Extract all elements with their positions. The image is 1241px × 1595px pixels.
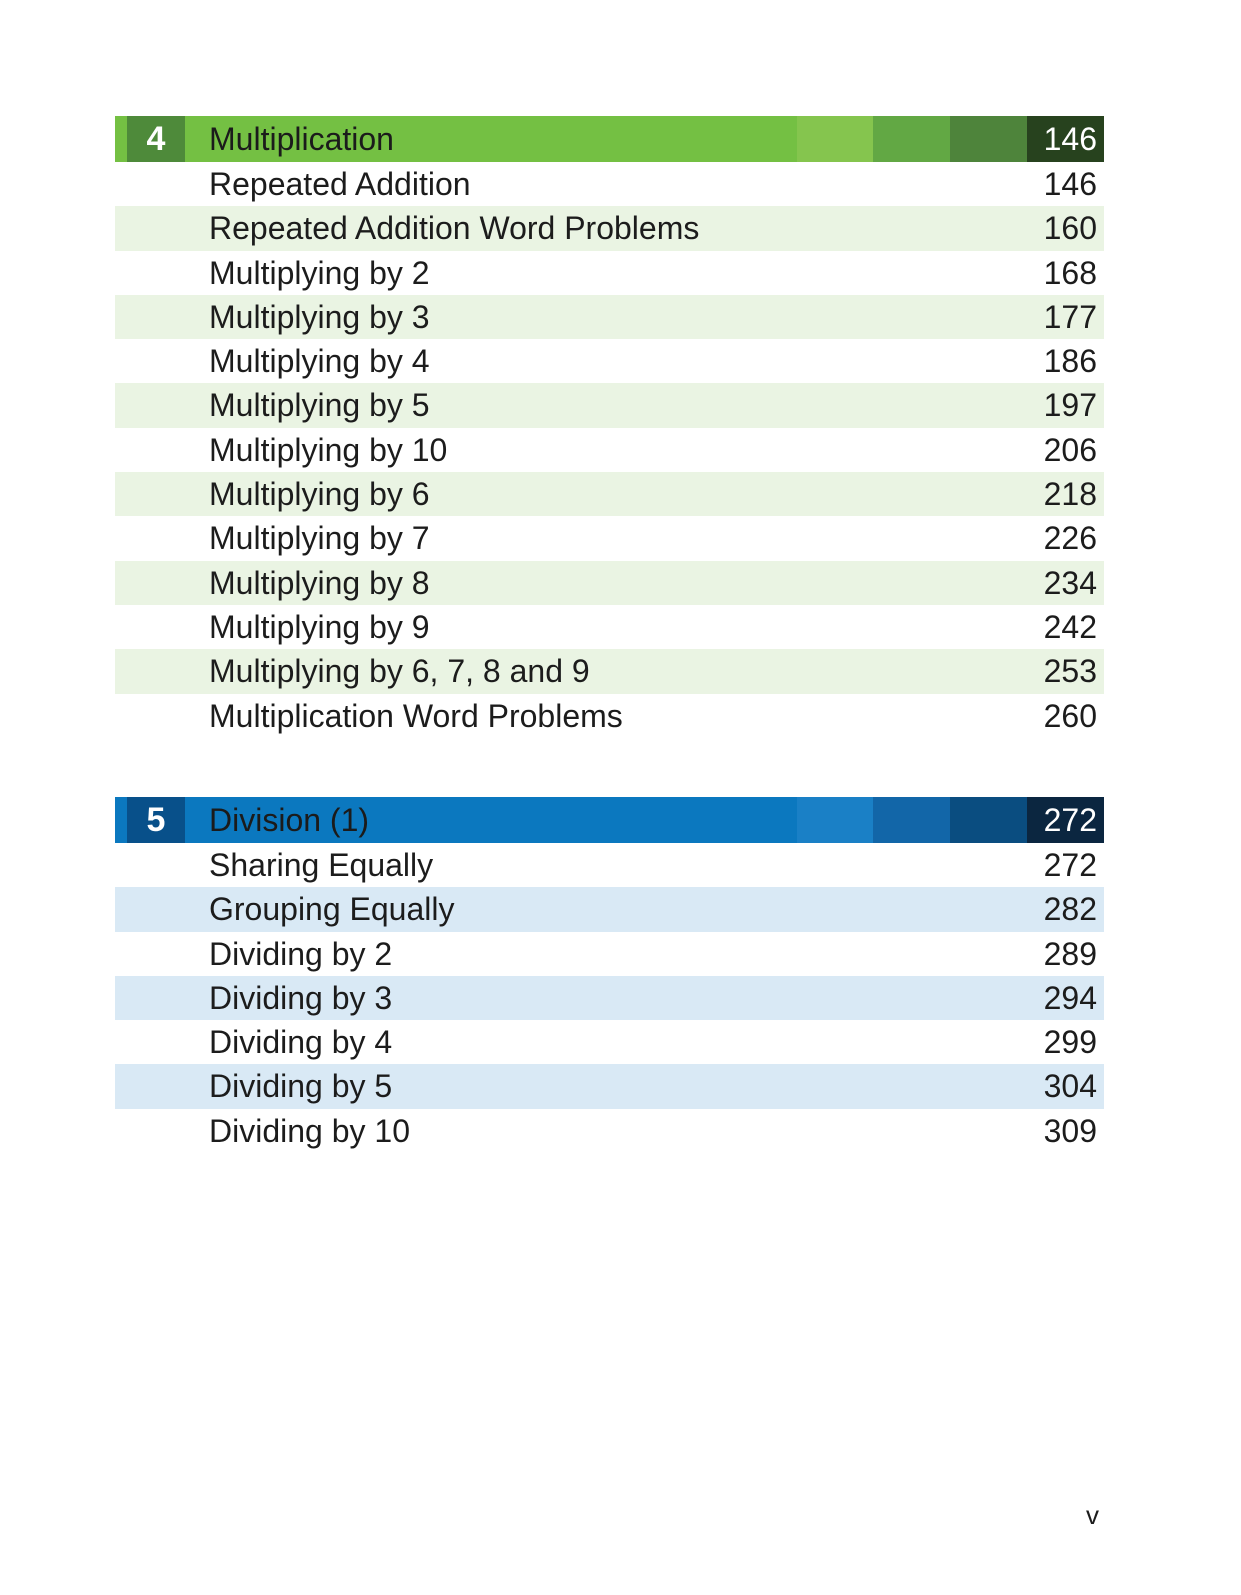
color-band <box>950 116 1027 162</box>
toc-row[interactable]: Multiplying by 4 186 <box>115 339 1104 383</box>
topic-title: Multiplying by 10 <box>209 431 448 468</box>
topic-page: 309 <box>1043 1112 1097 1149</box>
topic-title: Multiplying by 6 <box>209 476 430 513</box>
chapter-title: Multiplication <box>209 121 394 157</box>
topic-title: Multiplication Word Problems <box>209 697 623 734</box>
color-band <box>797 116 873 162</box>
chapter-title: Division (1) <box>209 802 370 838</box>
topic-page: 260 <box>1043 697 1097 734</box>
topic-page: 197 <box>1043 387 1097 424</box>
chapter-number: 4 <box>127 116 185 162</box>
topic-list: Repeated Addition 146 Repeated Addition W… <box>115 162 1104 738</box>
topic-title: Grouping Equally <box>209 891 455 928</box>
topic-title: Dividing by 2 <box>209 935 393 972</box>
chapter-header[interactable]: 5 Division (1) 272 <box>115 797 1104 843</box>
toc-row[interactable]: Dividing by 2 289 <box>115 932 1104 976</box>
toc-row[interactable]: Multiplying by 9 242 <box>115 605 1104 649</box>
toc-row[interactable]: Dividing by 5 304 <box>115 1064 1104 1109</box>
topic-list: Sharing Equally 272 Grouping Equally 282 D… <box>115 843 1104 1153</box>
topic-title: Multiplying by 6, 7, 8 and 9 <box>209 653 590 690</box>
toc-row[interactable]: Multiplying by 6 218 <box>115 472 1104 517</box>
topic-title: Dividing by 5 <box>209 1068 393 1105</box>
color-band <box>950 797 1027 843</box>
topic-title: Multiplying by 3 <box>209 298 430 335</box>
toc-row[interactable]: Repeated Addition 146 <box>115 162 1104 206</box>
toc-row[interactable]: Sharing Equally 272 <box>115 843 1104 887</box>
topic-page: 218 <box>1043 476 1097 513</box>
toc-row[interactable]: Multiplying by 5 197 <box>115 383 1104 428</box>
topic-page: 299 <box>1043 1024 1097 1061</box>
toc-row[interactable]: Multiplying by 8 234 <box>115 560 1104 605</box>
color-band <box>873 116 950 162</box>
chapter-section-division: 5 Division (1) 272 Sharing Equally 272 Gr… <box>115 797 1104 1153</box>
topic-title: Dividing by 10 <box>209 1112 410 1149</box>
topic-page: 177 <box>1043 298 1097 335</box>
topic-page: 234 <box>1043 564 1097 601</box>
topic-title: Multiplying by 2 <box>209 254 430 291</box>
toc-row[interactable]: Dividing by 10 309 <box>115 1109 1104 1153</box>
topic-title: Multiplying by 5 <box>209 387 430 424</box>
topic-page: 242 <box>1043 608 1097 645</box>
topic-page: 282 <box>1043 891 1097 928</box>
topic-title: Dividing by 4 <box>209 1024 393 1061</box>
topic-page: 206 <box>1043 431 1097 468</box>
topic-title: Multiplying by 7 <box>209 520 430 557</box>
topic-page: 160 <box>1043 210 1097 247</box>
toc-row[interactable]: Multiplying by 3 177 <box>115 294 1104 340</box>
toc-row[interactable]: Multiplying by 7 226 <box>115 516 1104 560</box>
topic-page: 146 <box>1043 166 1097 202</box>
topic-title: Repeated Addition <box>209 166 471 202</box>
chapter-section-multiplication: 4 Multiplication 146 Repeated Addition 14… <box>115 116 1104 738</box>
topic-title: Multiplying by 9 <box>209 608 430 645</box>
topic-title: Repeated Addition Word Problems <box>209 210 700 247</box>
topic-page: 168 <box>1043 254 1097 291</box>
topic-title: Multiplying by 4 <box>209 343 430 380</box>
chapter-number: 5 <box>127 797 185 843</box>
topic-page: 289 <box>1043 935 1097 972</box>
chapter-page-number: 146 <box>1027 116 1104 162</box>
chapter-page-number: 272 <box>1027 797 1104 843</box>
topic-page: 304 <box>1043 1068 1097 1105</box>
toc-row[interactable]: Repeated Addition Word Problems 160 <box>115 206 1104 251</box>
chapter-header[interactable]: 4 Multiplication 146 <box>115 116 1104 162</box>
topic-title: Multiplying by 8 <box>209 564 430 601</box>
toc-row[interactable]: Multiplying by 10 206 <box>115 428 1104 472</box>
toc-row[interactable]: Dividing by 4 299 <box>115 1020 1104 1064</box>
toc-row[interactable]: Dividing by 3 294 <box>115 975 1104 1021</box>
topic-page: 272 <box>1043 847 1097 883</box>
toc-row[interactable]: Grouping Equally 282 <box>115 887 1104 932</box>
toc-row[interactable]: Multiplying by 2 168 <box>115 251 1104 295</box>
page-number-footer: v <box>1086 1500 1099 1530</box>
topic-page: 294 <box>1043 979 1097 1016</box>
topic-page: 253 <box>1043 653 1097 690</box>
topic-page: 226 <box>1043 520 1097 557</box>
topic-title: Dividing by 3 <box>209 979 393 1016</box>
color-band <box>873 797 950 843</box>
toc-row[interactable]: Multiplying by 6, 7, 8 and 9 253 <box>115 649 1104 694</box>
color-band <box>797 797 873 843</box>
toc-row[interactable]: Multiplication Word Problems 260 <box>115 694 1104 738</box>
topic-title: Sharing Equally <box>209 847 434 883</box>
topic-page: 186 <box>1043 343 1097 380</box>
